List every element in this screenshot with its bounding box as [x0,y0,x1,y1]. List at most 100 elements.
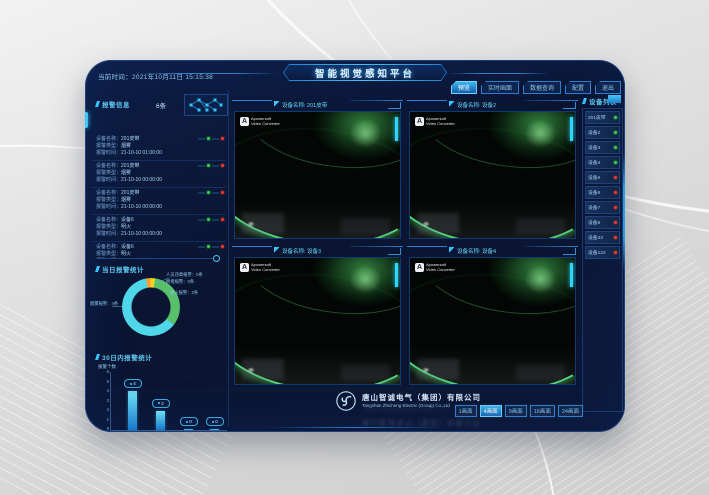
video-feed[interactable]: A ApowersoftVideo Converter [409,257,576,385]
screen-layout-buttons: 1画面 4画面 9画面 16画面 24画面 [455,405,583,417]
alarm-indicator [198,164,224,167]
view-button-9[interactable]: 9画面 [505,405,527,417]
video-panel-3[interactable]: 设备名称: 设备3 A ApowersoftVideo Converter [232,244,403,386]
donut-label: 烟雾报警：4条 [90,301,118,307]
watermark-icon: A [415,117,424,126]
y-tick: 1 [102,417,109,422]
device-item[interactable]: 设备8 [585,216,620,229]
y-tick: 6 [102,369,109,374]
alarm-entry[interactable]: 设备名称：设备6 报警类型：明火 报警时间：21-10-10 00:00:00 [92,215,226,242]
device-list-tab[interactable] [608,95,621,103]
device-item[interactable]: 设备2 [585,126,620,139]
y-tick: 0 [102,426,109,431]
title-plate: 智能视觉感知平台 [283,64,447,81]
video-title: 设备名称: 设备3 [282,247,321,255]
video-panel-2[interactable]: 设备名称: 设备2 A ApowersoftVideo Converter [407,98,578,240]
device-list-box: 201皮带 设备2 设备3 设备4 设备5 设备6 设备7 设备8 设备33 设… [582,108,623,412]
status-dot [614,221,617,224]
donut-label: 拥堵报警：0条 [166,279,194,285]
company-name-cn: 唐山智诚电气（集团）有限公司 [362,392,481,403]
status-dot [614,206,617,209]
decor-line [265,427,445,428]
device-item[interactable]: 设备33 [585,231,620,244]
device-item[interactable]: 201皮带 [585,111,620,124]
alarm-entry[interactable]: 设备名称：设备6 报警类型：明火 报警时间：21-10-10 00:00:00 [92,242,226,258]
nav-button-preview[interactable]: 预览 [451,81,477,94]
y-tick: 4 [102,388,109,393]
nav-button-live[interactable]: 实时画面 [481,81,519,94]
watermark: A ApowersoftVideo Converter [415,263,455,272]
company-name-en: Tangshan Zhicheng Electric (Group) Co.,L… [362,403,450,408]
dashboard-panel: 当前时间：2021年10月11日 15:15:38 智能视觉感知平台 预览 实时… [85,60,625,432]
watermark-icon: A [240,117,249,126]
view-button-16[interactable]: 16画面 [530,405,555,417]
current-time: 当前时间：2021年10月11日 15:15:38 [98,71,213,81]
section-divider [96,258,214,259]
alarm-panel: 报警信息 6条 设备名称：20 [90,90,229,426]
donut-label: 人员违章报警：0条 [166,272,203,278]
today-stats-title: 当日报警统计 [96,264,144,274]
video-header: 设备名称: 设备2 [407,98,578,111]
video-panel-4[interactable]: 设备名称: 设备4 A ApowersoftVideo Converter [407,244,578,386]
video-progress-bar [395,263,398,287]
y-tick: 2 [102,407,109,412]
alarm-list: 设备名称：201皮带 报警类型：烟雾 报警时间：21-10-10 01:00:0… [92,134,226,258]
alarm-entry[interactable]: 设备名称：201皮带 报警类型：烟雾 报警时间：21-10-10 00:00:0… [92,188,226,215]
company-logo [335,390,357,412]
status-dot [614,161,617,164]
video-feed[interactable]: A ApowersoftVideo Converter [234,257,401,385]
watermark-icon: A [415,263,424,272]
device-item[interactable]: 设备7 [585,201,620,214]
alarm-indicator [198,218,224,221]
video-panel-1[interactable]: 设备名称: 201皮带 A ApowersoftVideo Converter [232,98,403,240]
device-item[interactable]: 设备5 [585,171,620,184]
device-item[interactable]: 设备6 [585,186,620,199]
view-button-24[interactable]: 24画面 [558,405,583,417]
status-dot [614,116,617,119]
watermark: A ApowersoftVideo Converter [415,117,455,126]
video-feed[interactable]: A ApowersoftVideo Converter [234,111,401,239]
alarm-entry[interactable]: 设备名称：201皮带 报警类型：烟雾 报警时间：21-10-10 01:00:0… [92,134,226,161]
monthly-stats-title: 30日内报警统计 [96,352,152,362]
device-item[interactable]: 设备3 [585,141,620,154]
slash-icon [449,247,454,255]
status-dot [614,131,617,134]
status-dot [614,251,617,254]
decor-line [449,73,549,74]
edge-notch [623,152,625,272]
alarm-entry[interactable]: 设备名称：201皮带 报警类型：烟雾 报警时间：21-10-10 00:00:0… [92,161,226,188]
watermark-icon: A [240,263,249,272]
alarm-indicator [198,245,224,248]
view-button-1[interactable]: 1画面 [455,405,477,417]
donut-label: 明火报警：2条 [170,290,198,296]
today-alarm-donut-chart [122,278,180,336]
status-dot [614,236,617,239]
edge-notch [85,112,88,128]
device-item[interactable]: 设备123 [585,246,620,259]
status-dot [614,176,617,179]
alarm-indicator [198,137,224,140]
slash-icon [274,101,279,109]
y-tick: 3 [102,398,109,403]
watermark: A ApowersoftVideo Converter [240,117,280,126]
status-dot [614,191,617,194]
view-button-4[interactable]: 4画面 [480,405,502,417]
y-tick: 5 [102,379,109,384]
video-progress-bar [570,263,573,287]
status-dot [614,146,617,149]
video-header: 设备名称: 设备4 [407,244,578,257]
slash-icon [449,101,454,109]
video-header: 设备名称: 201皮带 [232,98,403,111]
video-title: 设备名称: 201皮带 [282,101,327,109]
video-title: 设备名称: 设备4 [457,247,496,255]
device-list-panel: 设备列表 201皮带 设备2 设备3 设备4 设备5 设备6 设备7 设备8 设… [582,90,622,430]
device-item[interactable]: 设备4 [585,156,620,169]
video-title: 设备名称: 设备2 [457,101,496,109]
page-title: 智能视觉感知平台 [315,66,415,80]
video-feed[interactable]: A ApowersoftVideo Converter [409,111,576,239]
video-progress-bar [570,117,573,141]
video-progress-bar [395,117,398,141]
alarm-count: 6条 [156,100,166,110]
nav-button-query[interactable]: 数据查询 [523,81,561,94]
watermark: A ApowersoftVideo Converter [240,263,280,272]
